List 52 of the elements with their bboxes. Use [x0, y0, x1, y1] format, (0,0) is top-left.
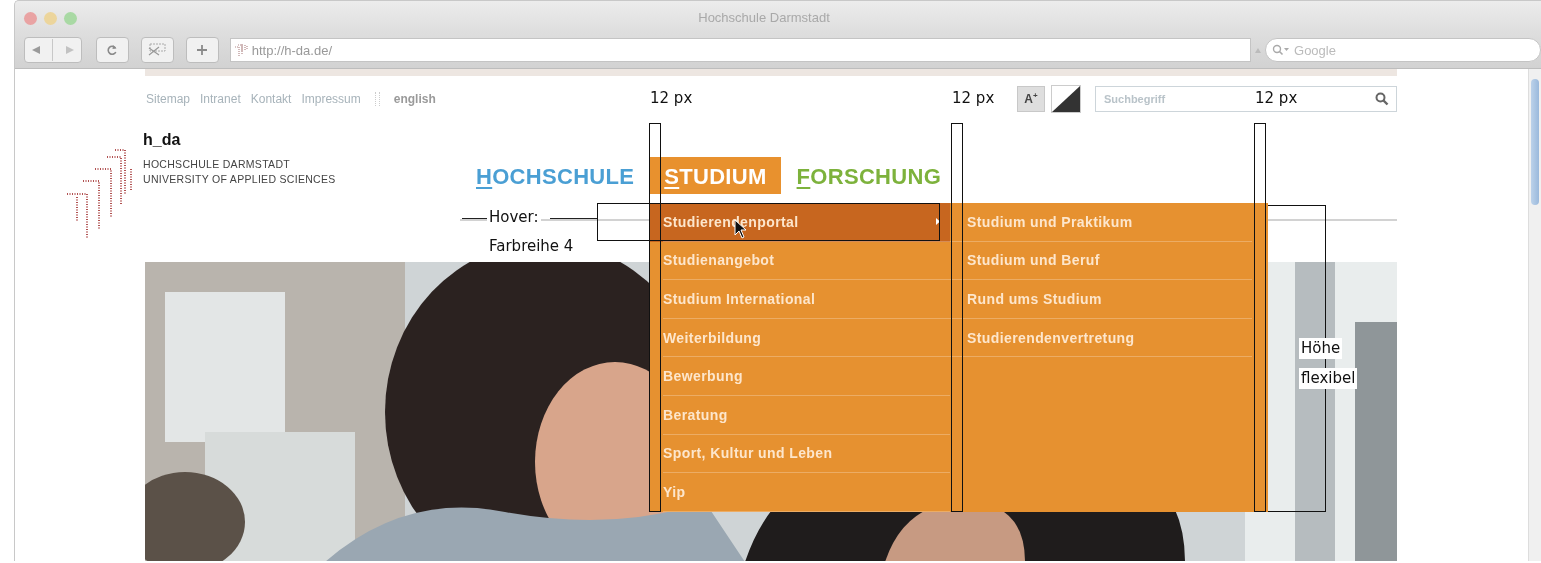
- back-forward-button[interactable]: [24, 37, 82, 63]
- service-link[interactable]: Kontakt: [250, 91, 292, 106]
- submenu-item[interactable]: Studium und Beruf: [950, 241, 1252, 281]
- annotation-label: flexibel: [1299, 368, 1358, 389]
- plus-icon: [196, 44, 209, 56]
- back-icon: [30, 45, 41, 55]
- logo-name: h_da: [143, 130, 182, 149]
- scrollbar-thumb[interactable]: [1531, 79, 1539, 205]
- forward-icon: [65, 45, 76, 55]
- annotation-label: 12 px: [648, 88, 695, 109]
- search-field[interactable]: Google: [1265, 38, 1541, 62]
- contrast-icon[interactable]: [1051, 84, 1081, 113]
- service-link[interactable]: Impressum: [301, 91, 361, 106]
- annotation-label: 12 px: [1253, 88, 1300, 109]
- nav-tab[interactable]: HOCHSCHULE: [474, 156, 637, 194]
- search-icon: [1272, 44, 1290, 56]
- menu-item[interactable]: Beratung: [663, 395, 950, 435]
- address-field[interactable]: http://h-da.de/: [229, 38, 1252, 62]
- annotation-label: 12 px: [950, 88, 997, 109]
- submenu-item[interactable]: Studierendenvertretung: [950, 318, 1252, 358]
- submenu-item[interactable]: Studium und Praktikum: [950, 203, 1252, 242]
- window-control-icon[interactable]: [64, 12, 77, 25]
- scissors-icon: [147, 43, 168, 57]
- menu-item[interactable]: Sport, Kultur und Leben: [663, 434, 950, 474]
- menu-item[interactable]: Bewerbung: [663, 357, 950, 396]
- menu-item[interactable]: Weiterbildung: [663, 318, 950, 358]
- nav-tab[interactable]: STUDIUM: [650, 156, 781, 194]
- leader-line: [550, 218, 597, 219]
- site-logo-icon: [233, 43, 248, 57]
- service-link[interactable]: Sitemap: [146, 91, 191, 106]
- menu-item[interactable]: Studium International: [663, 280, 950, 319]
- logo-subtitle: UNIVERSITY OF APPLIED SCIENCES: [143, 172, 336, 185]
- search-icon: [1375, 91, 1389, 106]
- reload-icon: [106, 44, 119, 56]
- language-link[interactable]: english: [393, 91, 436, 106]
- logo-icon: [65, 148, 133, 241]
- annotation-label: Höhe: [1299, 338, 1343, 359]
- menu-item[interactable]: Studienangebot: [663, 241, 950, 281]
- window-control-icon[interactable]: [24, 12, 37, 25]
- caret-icon: [1255, 47, 1261, 53]
- add-bookmark-button[interactable]: [185, 37, 219, 63]
- reload-button[interactable]: [95, 37, 129, 63]
- nav-tab[interactable]: FORSCHUNG: [794, 156, 944, 194]
- window-control-icon[interactable]: [44, 12, 57, 25]
- logo-subtitle: HOCHSCHULE DARMSTADT: [143, 157, 291, 170]
- menu-item[interactable]: Yip: [663, 473, 950, 512]
- submenu-item[interactable]: Rund ums Studium: [950, 280, 1252, 319]
- snip-button[interactable]: [140, 37, 174, 63]
- font-size-button[interactable]: A$^{+}$: [1017, 85, 1045, 112]
- window-title: Hochschule Darmstadt: [697, 9, 831, 25]
- service-link[interactable]: Intranet: [200, 91, 241, 106]
- leader-line: [462, 218, 487, 219]
